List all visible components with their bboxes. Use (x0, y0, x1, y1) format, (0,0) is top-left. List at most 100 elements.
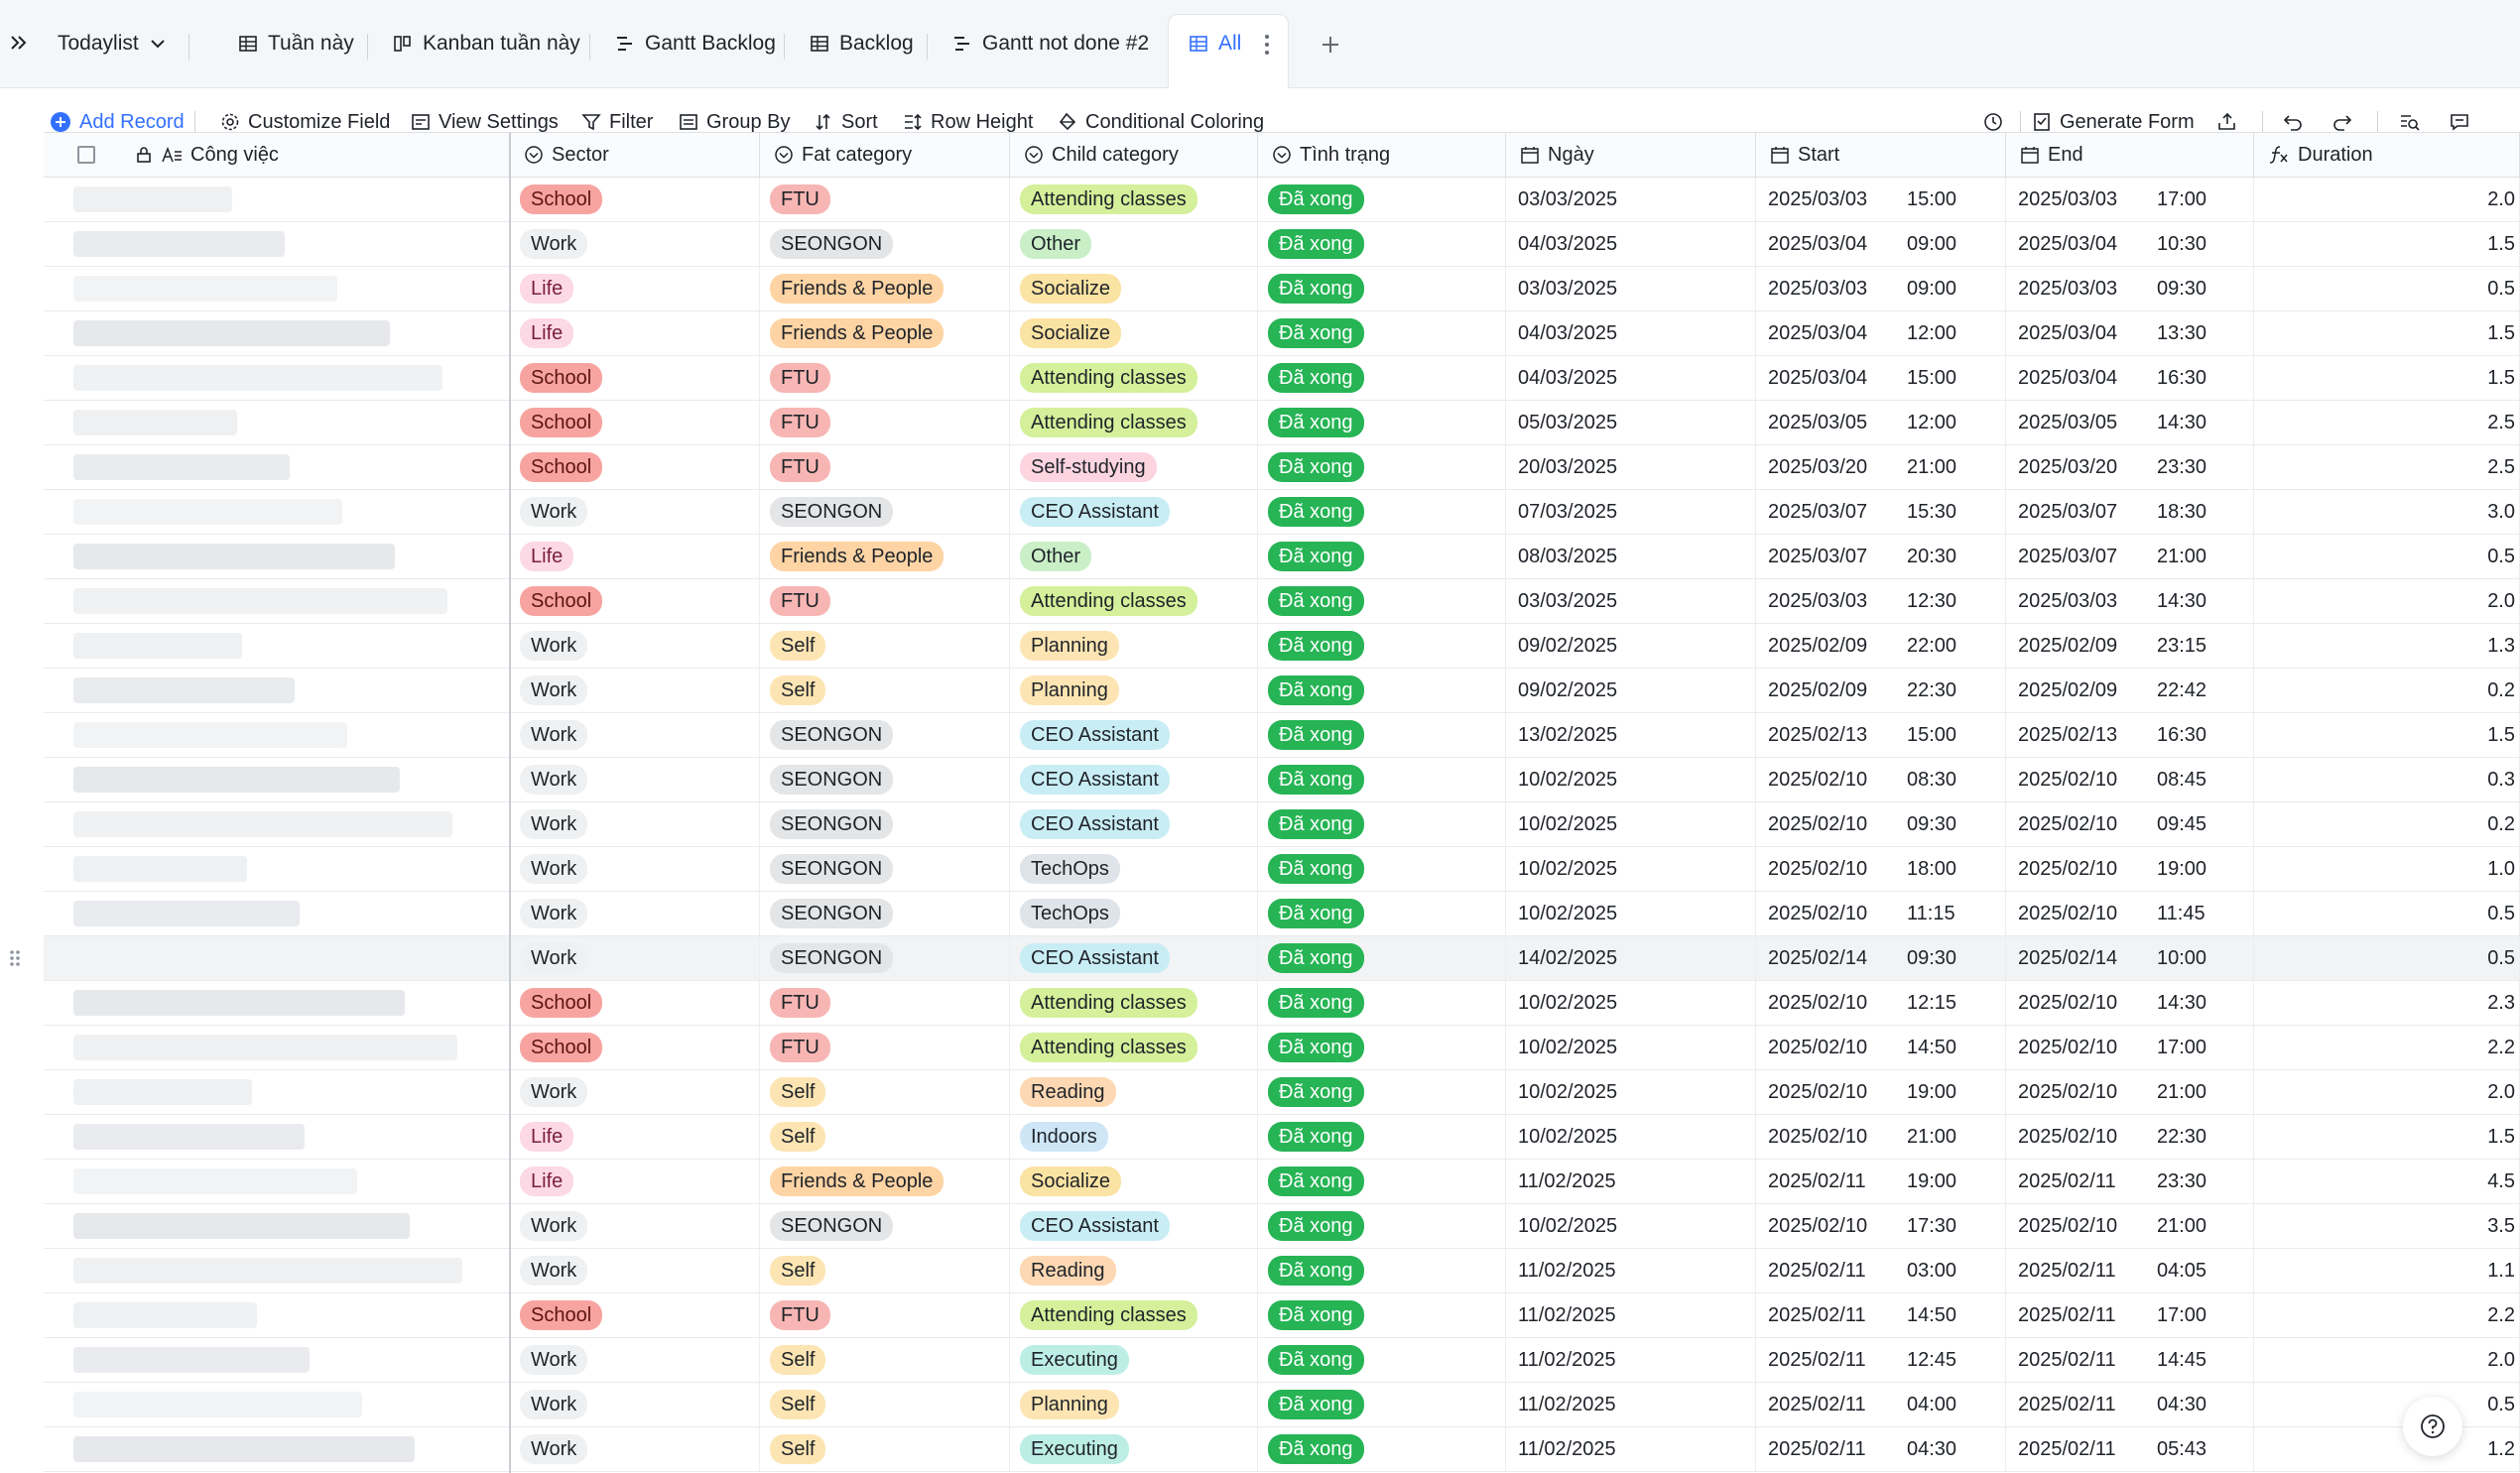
status-cell[interactable]: Đã xong (1258, 401, 1506, 444)
table-row[interactable]: School FTU Attending classes Đã xong 11/02/2… (44, 1293, 2520, 1338)
task-name-cell[interactable] (44, 624, 510, 668)
child-category-cell[interactable]: TechOps (1010, 847, 1258, 891)
child-category-cell[interactable]: CEO Assistant (1010, 936, 1258, 980)
child-category-cell[interactable]: Attending classes (1010, 178, 1258, 221)
start-cell[interactable]: 2025/02/10 17:30 (1756, 1204, 2006, 1248)
tab-gantt-backlog[interactable]: Gantt Backlog (615, 0, 776, 87)
start-cell[interactable]: 2025/03/05 12:00 (1756, 401, 2006, 444)
start-cell[interactable]: 2025/02/11 19:00 (1756, 1160, 2006, 1203)
task-name-cell[interactable] (44, 1115, 510, 1159)
child-category-cell[interactable]: Socialize (1010, 267, 1258, 310)
end-cell[interactable]: 2025/02/11 14:45 (2006, 1338, 2254, 1382)
sector-cell[interactable]: Work (510, 892, 760, 935)
start-cell[interactable]: 2025/02/11 04:30 (1756, 1427, 2006, 1471)
fat-category-cell[interactable]: Self (760, 1338, 1010, 1382)
sector-cell[interactable]: Work (510, 1338, 760, 1382)
child-category-cell[interactable]: CEO Assistant (1010, 490, 1258, 534)
duration-cell[interactable]: 4.5 (2254, 1160, 2520, 1203)
duration-cell[interactable]: 0.5 (2254, 1383, 2520, 1426)
fat-category-cell[interactable]: SEONGON (760, 1204, 1010, 1248)
duration-cell[interactable]: 1.0 (2254, 847, 2520, 891)
column-header-name[interactable]: Công việc (44, 133, 510, 178)
status-cell[interactable]: Đã xong (1258, 356, 1506, 400)
duration-cell[interactable]: 2.0 (2254, 178, 2520, 221)
end-cell[interactable]: 2025/02/10 09:45 (2006, 802, 2254, 846)
task-name-cell[interactable] (44, 669, 510, 712)
table-row[interactable]: Work SEONGON CEO Assistant Đã xong 10/02/202… (44, 758, 2520, 802)
task-name-cell[interactable] (44, 356, 510, 400)
child-category-cell[interactable]: Planning (1010, 1383, 1258, 1426)
end-cell[interactable]: 2025/02/09 22:42 (2006, 669, 2254, 712)
sector-cell[interactable]: Life (510, 1160, 760, 1203)
task-name-cell[interactable] (44, 981, 510, 1025)
child-category-cell[interactable]: TechOps (1010, 892, 1258, 935)
status-cell[interactable]: Đã xong (1258, 1070, 1506, 1114)
end-cell[interactable]: 2025/03/07 18:30 (2006, 490, 2254, 534)
fat-category-cell[interactable]: FTU (760, 356, 1010, 400)
end-cell[interactable]: 2025/03/05 14:30 (2006, 401, 2254, 444)
child-category-cell[interactable]: Attending classes (1010, 579, 1258, 623)
date-cell[interactable]: 20/03/2025 (1506, 445, 1756, 489)
task-name-cell[interactable] (44, 490, 510, 534)
fat-category-cell[interactable]: Self (760, 1427, 1010, 1471)
status-cell[interactable]: Đã xong (1258, 579, 1506, 623)
status-cell[interactable]: Đã xong (1258, 1160, 1506, 1203)
fat-category-cell[interactable]: Self (760, 1070, 1010, 1114)
end-cell[interactable]: 2025/02/10 21:00 (2006, 1204, 2254, 1248)
date-cell[interactable]: 10/02/2025 (1506, 1026, 1756, 1069)
start-cell[interactable]: 2025/03/20 21:00 (1756, 445, 2006, 489)
task-name-cell[interactable] (44, 1204, 510, 1248)
duration-cell[interactable]: 1.5 (2254, 311, 2520, 355)
child-category-cell[interactable]: CEO Assistant (1010, 758, 1258, 801)
task-name-cell[interactable] (44, 936, 510, 980)
task-name-cell[interactable] (44, 445, 510, 489)
status-cell[interactable]: Đã xong (1258, 669, 1506, 712)
duration-cell[interactable]: 0.3 (2254, 758, 2520, 801)
status-cell[interactable]: Đã xong (1258, 1338, 1506, 1382)
table-row[interactable]: School FTU Self-studying Đã xong 20/03/2025 2… (44, 445, 2520, 490)
end-cell[interactable]: 2025/02/11 04:30 (2006, 1383, 2254, 1426)
fat-category-cell[interactable]: Self (760, 1115, 1010, 1159)
end-cell[interactable]: 2025/02/10 08:45 (2006, 758, 2254, 801)
start-cell[interactable]: 2025/02/10 12:15 (1756, 981, 2006, 1025)
date-cell[interactable]: 09/02/2025 (1506, 624, 1756, 668)
start-cell[interactable]: 2025/02/11 14:50 (1756, 1293, 2006, 1337)
table-row[interactable]: Work SEONGON CEO Assistant Đã xong 10/02/202… (44, 802, 2520, 847)
table-row[interactable]: School FTU Attending classes Đã xong 10/02/2… (44, 981, 2520, 1026)
start-cell[interactable]: 2025/02/10 14:50 (1756, 1026, 2006, 1069)
task-name-cell[interactable] (44, 1293, 510, 1337)
table-row[interactable]: Life Friends & People Other Đã xong 08/03/20… (44, 535, 2520, 579)
task-name-cell[interactable] (44, 802, 510, 846)
table-row[interactable]: Work SEONGON CEO Assistant Đã xong 14/02/202… (10, 936, 2520, 981)
child-category-cell[interactable]: CEO Assistant (1010, 1204, 1258, 1248)
child-category-cell[interactable]: Socialize (1010, 311, 1258, 355)
child-category-cell[interactable]: CEO Assistant (1010, 713, 1258, 757)
tab-more-menu[interactable] (1260, 34, 1274, 60)
start-cell[interactable]: 2025/03/04 12:00 (1756, 311, 2006, 355)
table-row[interactable]: School FTU Attending classes Đã xong 10/02/2… (44, 1026, 2520, 1070)
date-cell[interactable]: 08/03/2025 (1506, 535, 1756, 578)
task-name-cell[interactable] (44, 401, 510, 444)
start-cell[interactable]: 2025/03/07 15:30 (1756, 490, 2006, 534)
date-cell[interactable]: 11/02/2025 (1506, 1249, 1756, 1292)
select-all-checkbox[interactable] (77, 146, 95, 164)
table-row[interactable]: Work Self Planning Đã xong 09/02/2025 2025/02… (44, 669, 2520, 713)
date-cell[interactable]: 10/02/2025 (1506, 981, 1756, 1025)
fat-category-cell[interactable]: Friends & People (760, 311, 1010, 355)
date-cell[interactable]: 14/02/2025 (1506, 936, 1756, 980)
task-name-cell[interactable] (44, 1383, 510, 1426)
task-name-cell[interactable] (44, 311, 510, 355)
column-header-sector[interactable]: Sector (510, 133, 760, 178)
date-cell[interactable]: 07/03/2025 (1506, 490, 1756, 534)
sector-cell[interactable]: Work (510, 669, 760, 712)
sector-cell[interactable]: Life (510, 535, 760, 578)
fat-category-cell[interactable]: FTU (760, 401, 1010, 444)
end-cell[interactable]: 2025/03/20 23:30 (2006, 445, 2254, 489)
date-cell[interactable]: 11/02/2025 (1506, 1427, 1756, 1471)
date-cell[interactable]: 10/02/2025 (1506, 847, 1756, 891)
date-cell[interactable]: 11/02/2025 (1506, 1383, 1756, 1426)
tab-gantt-not-done-2[interactable]: Gantt not done #2 (952, 0, 1149, 87)
date-cell[interactable]: 13/02/2025 (1506, 713, 1756, 757)
start-cell[interactable]: 2025/02/10 19:00 (1756, 1070, 2006, 1114)
table-row[interactable]: School FTU Attending classes Đã xong 03/03/2… (44, 579, 2520, 624)
